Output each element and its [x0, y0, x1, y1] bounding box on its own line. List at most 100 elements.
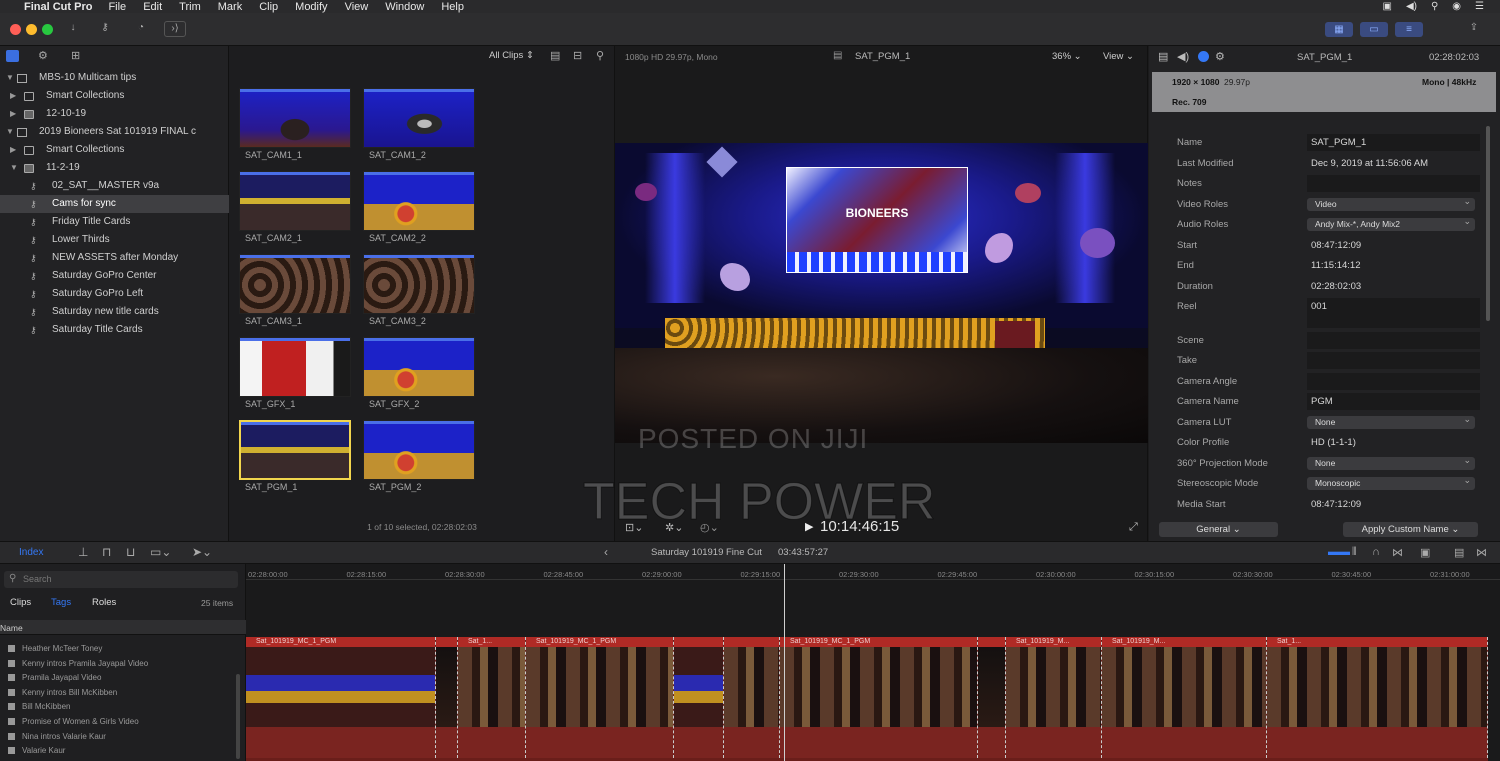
show-browser-button[interactable]: ▦: [1325, 22, 1353, 37]
library-row[interactable]: ▼ 11-2-19: [0, 159, 229, 177]
timeline-back-icon[interactable]: ‹: [604, 545, 608, 559]
control-center-icon[interactable]: ☰: [1475, 1, 1484, 12]
library-row[interactable]: ⚷ Cams for sync: [0, 195, 229, 213]
keyword-icon[interactable]: ⚷: [94, 21, 116, 37]
select-tool-icon[interactable]: ➤⌄: [192, 545, 212, 559]
index-item[interactable]: Bill McKibben: [8, 702, 70, 711]
metadata-popup[interactable]: None: [1307, 456, 1475, 470]
index-scrollbar[interactable]: [236, 674, 240, 759]
index-item[interactable]: Promise of Women & Girls Video: [8, 717, 139, 726]
metadata-field[interactable]: 001: [1307, 298, 1480, 328]
filmstrip-settings-icon[interactable]: ⊟: [573, 49, 582, 62]
disclosure-closed-icon[interactable]: ▶: [10, 141, 20, 159]
metadata-view-popup[interactable]: General ⌄: [1159, 522, 1278, 537]
disclosure-open-icon[interactable]: ▼: [6, 69, 16, 87]
volume-icon[interactable]: ◀): [1406, 1, 1417, 12]
index-item[interactable]: Kenny intros Bill McKibben: [8, 688, 117, 697]
clip-thumbnail[interactable]: [239, 337, 351, 397]
libraries-icon[interactable]: [6, 50, 19, 62]
disclosure-closed-icon[interactable]: ▶: [10, 105, 20, 123]
library-row[interactable]: ▼ 2019 Bioneers Sat 101919 FINAL c: [0, 123, 229, 141]
disclosure-open-icon[interactable]: ▼: [10, 159, 20, 177]
share-panel-icon[interactable]: ›⟩: [164, 21, 186, 37]
effects-browser-icon[interactable]: ▤: [1454, 546, 1464, 559]
import-icon[interactable]: ↓: [62, 21, 84, 37]
clip-thumbnail[interactable]: [239, 171, 351, 231]
search-icon[interactable]: ⚲: [1431, 1, 1438, 12]
timeline-clip[interactable]: Sat_101919_MC_1_PGM: [526, 637, 674, 758]
clip-thumbnail[interactable]: [239, 254, 351, 314]
clip-thumbnail[interactable]: [239, 420, 351, 480]
timeline-clip[interactable]: Sat_101919_MC_1_PGM: [780, 637, 978, 758]
transitions-browser-icon[interactable]: ⋈: [1476, 546, 1487, 559]
clip-thumbnail[interactable]: [363, 337, 475, 397]
playhead[interactable]: [784, 564, 785, 761]
library-row[interactable]: ⚷ NEW ASSETS after Monday: [0, 249, 229, 267]
metadata-field[interactable]: [1307, 175, 1480, 192]
titles-generators-icon[interactable]: ⊞: [71, 50, 84, 62]
index-item[interactable]: Heather McTeer Toney: [8, 644, 102, 653]
index-tab-roles[interactable]: Roles: [92, 597, 116, 608]
show-inspector-button[interactable]: ≡: [1395, 22, 1423, 37]
app-menu[interactable]: Final Cut Pro: [24, 1, 92, 13]
view-popup[interactable]: View ⌄: [1103, 51, 1134, 62]
metadata-popup[interactable]: Monoscopic: [1307, 477, 1475, 490]
show-timeline-button[interactable]: ▭: [1360, 22, 1388, 37]
inspector-scrollbar[interactable]: [1486, 126, 1490, 321]
metadata-popup[interactable]: Video: [1307, 197, 1475, 211]
snapping-icon[interactable]: ⋈: [1392, 546, 1403, 559]
timeline-clip[interactable]: Sat_101919_M...: [1006, 637, 1102, 758]
index-item[interactable]: Nina intros Valarie Kaur: [8, 732, 106, 741]
menu-view[interactable]: View: [345, 1, 369, 13]
share-inspector-icon[interactable]: ⚙: [1215, 50, 1225, 63]
metadata-field[interactable]: [1307, 352, 1480, 369]
video-frame[interactable]: BIONEERS: [615, 143, 1148, 443]
clip-appearance-icon[interactable]: ▤: [550, 49, 560, 62]
clip-filter-popup[interactable]: All Clips ⇕: [489, 50, 534, 61]
index-column-header[interactable]: Name: [0, 620, 246, 635]
photos-audio-icon[interactable]: ⚙: [38, 50, 51, 62]
share-icon[interactable]: ⇪: [1463, 21, 1485, 37]
menu-clip[interactable]: Clip: [259, 1, 278, 13]
siri-icon[interactable]: ◉: [1452, 1, 1461, 12]
library-row[interactable]: ⚷ Saturday GoPro Center: [0, 267, 229, 285]
index-item[interactable]: Valarie Kaur: [8, 746, 65, 755]
clip-thumbnail[interactable]: [363, 254, 475, 314]
library-row[interactable]: ▼ MBS-10 Multicam tips: [0, 69, 229, 87]
info-inspector-icon[interactable]: ▤: [1158, 50, 1168, 63]
zoom-popup[interactable]: 36% ⌄: [1052, 51, 1082, 62]
clip-appearance-settings-icon[interactable]: ▣: [1420, 546, 1430, 559]
disclosure-closed-icon[interactable]: ▶: [10, 87, 20, 105]
clip-thumbnail[interactable]: [363, 88, 475, 148]
metadata-popup[interactable]: Andy Mix-*, Andy Mix2: [1307, 218, 1475, 231]
timeline-index-button[interactable]: Index: [19, 547, 43, 558]
timeline-clip[interactable]: Sat_101919_M...: [1102, 637, 1267, 758]
metadata-field[interactable]: [1307, 372, 1480, 390]
fullscreen-icon[interactable]: ⤢: [1129, 521, 1138, 534]
library-row[interactable]: ▶ Smart Collections: [0, 87, 229, 105]
menu-file[interactable]: File: [108, 1, 126, 13]
timeline-clip[interactable]: [436, 637, 458, 758]
index-tab-tags[interactable]: Tags: [51, 597, 71, 608]
info-icon[interactable]: [1198, 51, 1209, 62]
library-row[interactable]: ▶ 12-10-19: [0, 105, 229, 123]
menu-modify[interactable]: Modify: [295, 1, 327, 13]
clip-appearance-icon[interactable]: ▬▬: [1328, 546, 1350, 558]
metadata-field[interactable]: [1307, 331, 1480, 349]
append-clip-icon[interactable]: ⊔: [126, 545, 135, 559]
minimize-window-button[interactable]: [26, 24, 37, 35]
clip-thumbnail[interactable]: [363, 171, 475, 231]
menu-mark[interactable]: Mark: [218, 1, 242, 13]
browser-search-icon[interactable]: ⚲: [596, 49, 604, 62]
timeline-clip[interactable]: Sat_101919_MC_1_PGM: [246, 637, 436, 758]
timeline-clip[interactable]: [978, 637, 1006, 758]
clip-thumbnail[interactable]: [363, 420, 475, 480]
background-tasks-icon[interactable]: ◔: [130, 21, 152, 37]
timeline-ruler[interactable]: 02:28:00:00 02:28:15:00 02:28:30:00 02:28:4…: [246, 564, 1500, 580]
apply-custom-name-popup[interactable]: Apply Custom Name ⌄: [1343, 522, 1478, 537]
audio-skimming-icon[interactable]: ⫴: [1352, 546, 1357, 559]
timeline-clip[interactable]: [724, 637, 780, 758]
audio-inspector-icon[interactable]: ◀): [1177, 50, 1189, 63]
close-window-button[interactable]: [10, 24, 21, 35]
menu-help[interactable]: Help: [441, 1, 464, 13]
